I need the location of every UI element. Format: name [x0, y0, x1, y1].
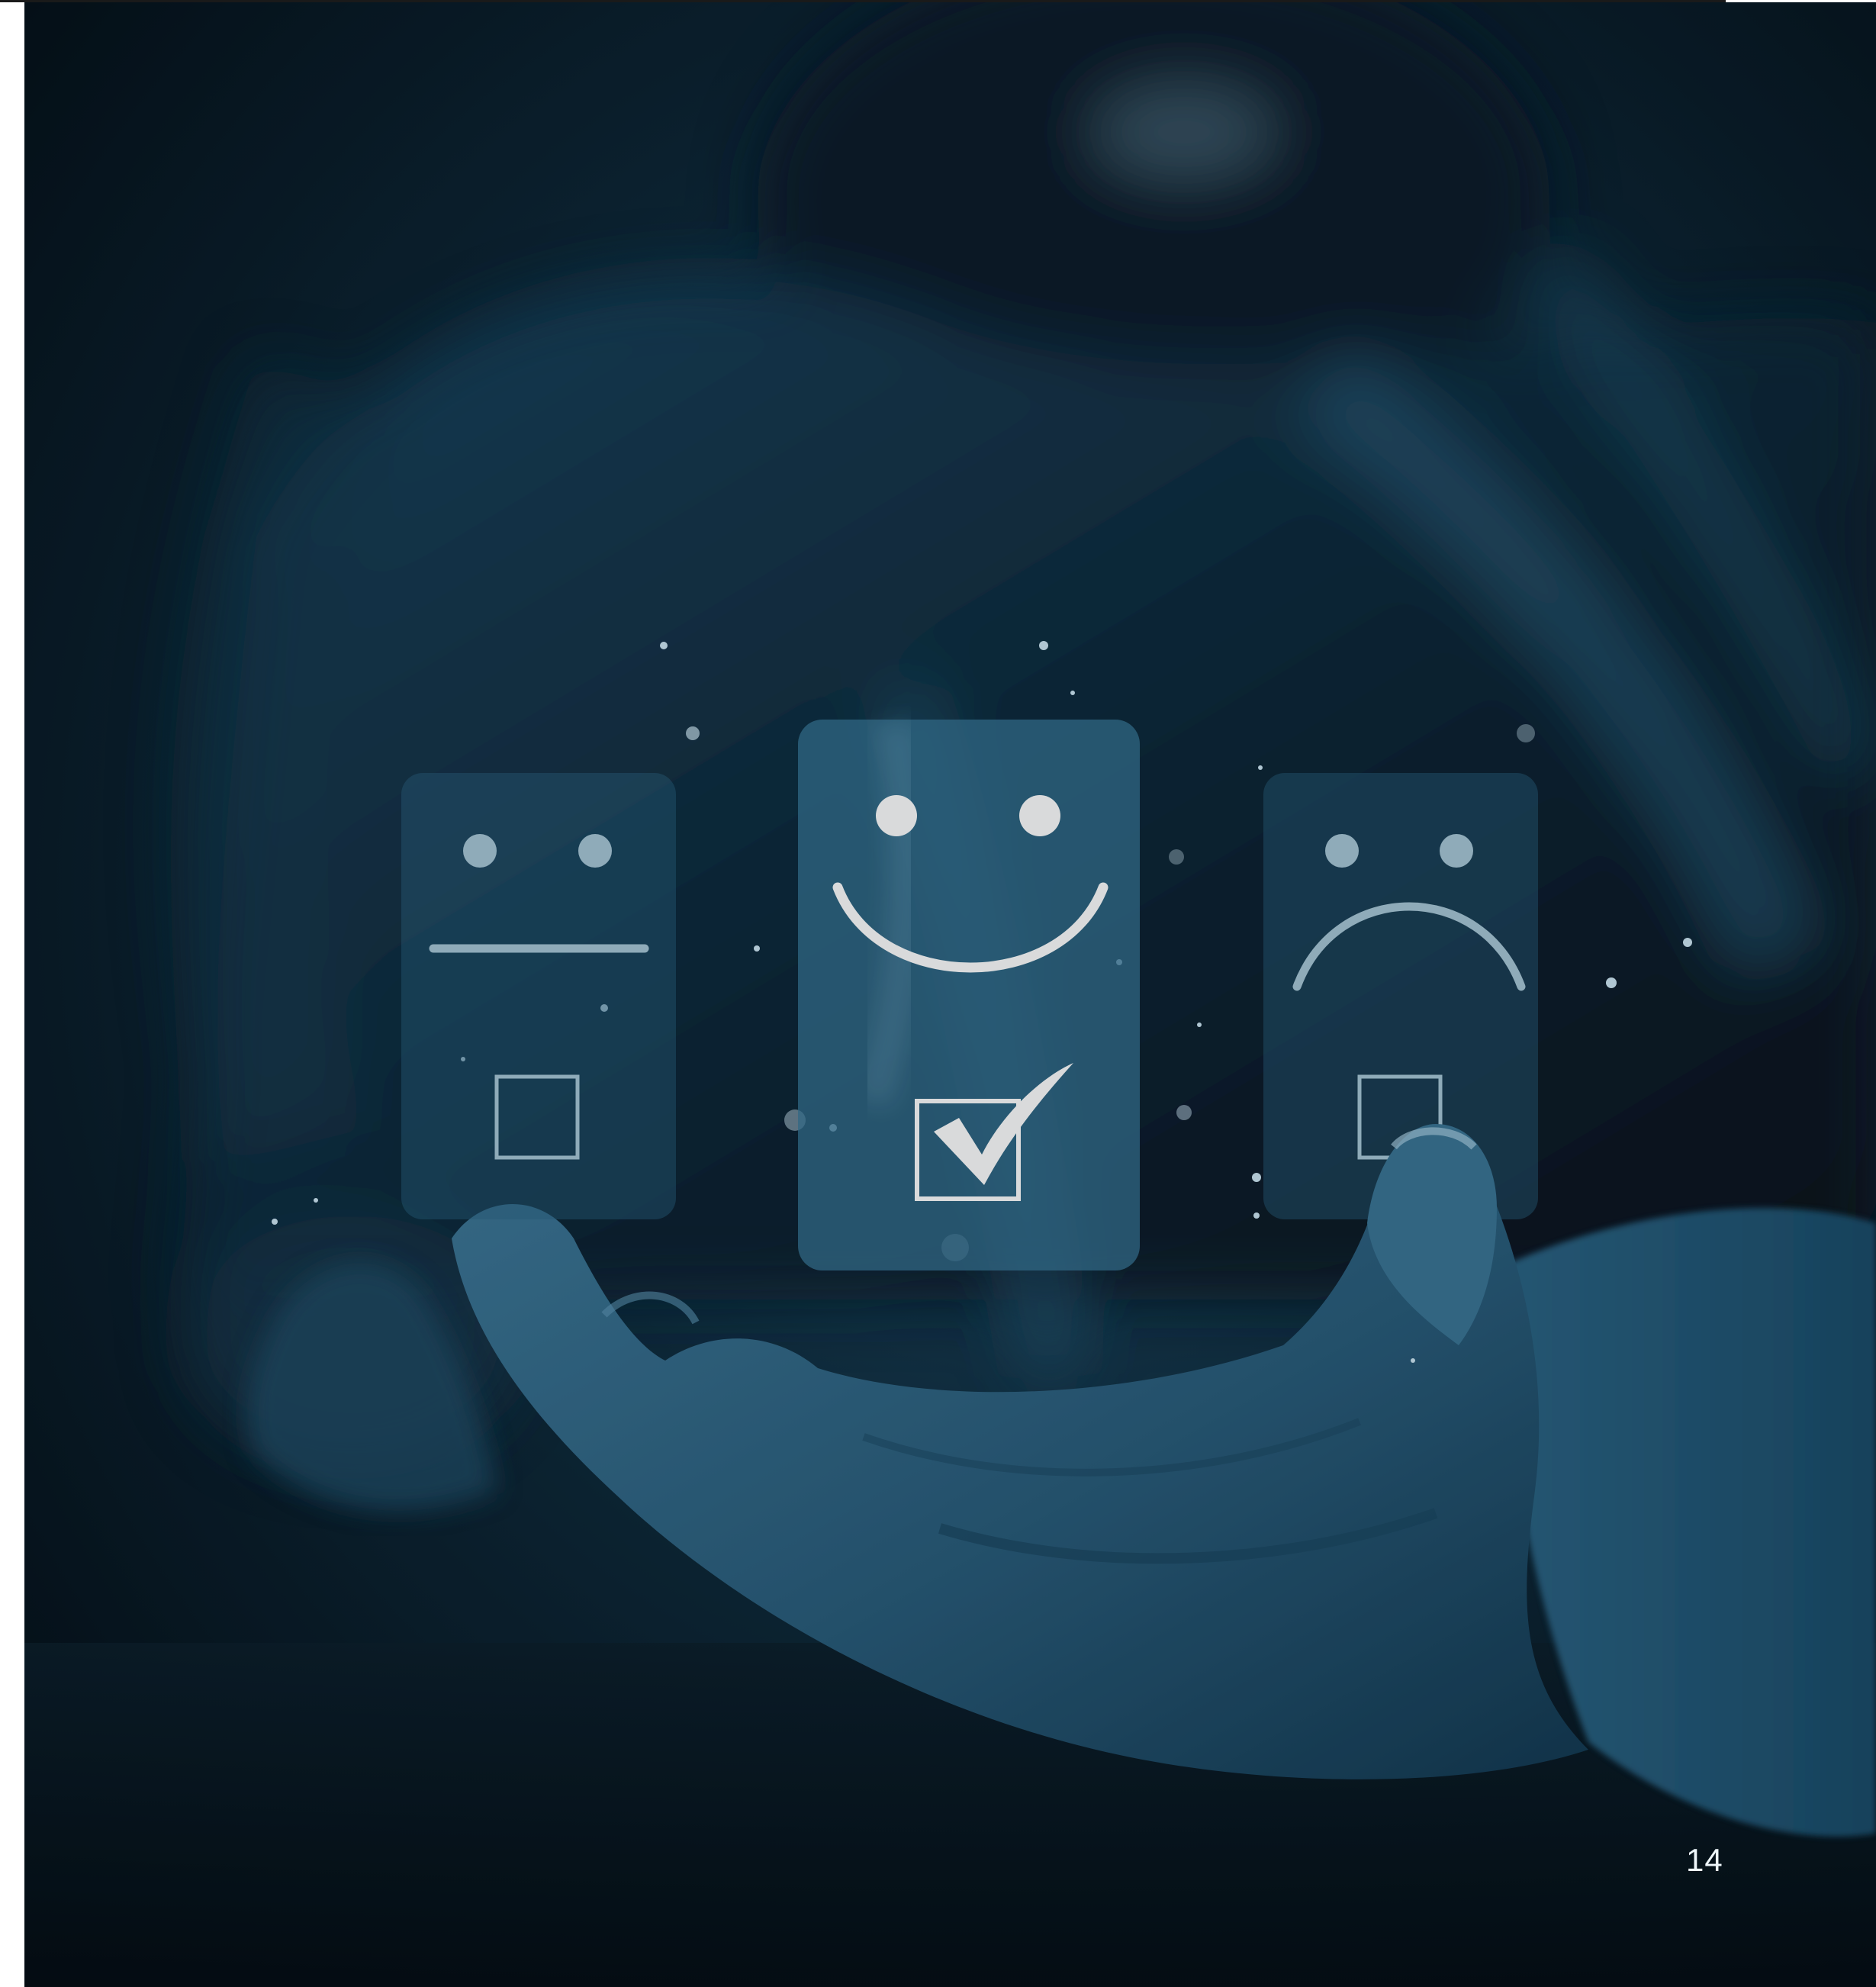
feedback-photo-illustration: [24, 2, 1876, 1987]
vignette: [24, 2, 1876, 1987]
page-number: 14: [1686, 1842, 1723, 1878]
feedback-photo: [24, 2, 1876, 1987]
page: 14: [0, 0, 1876, 1987]
